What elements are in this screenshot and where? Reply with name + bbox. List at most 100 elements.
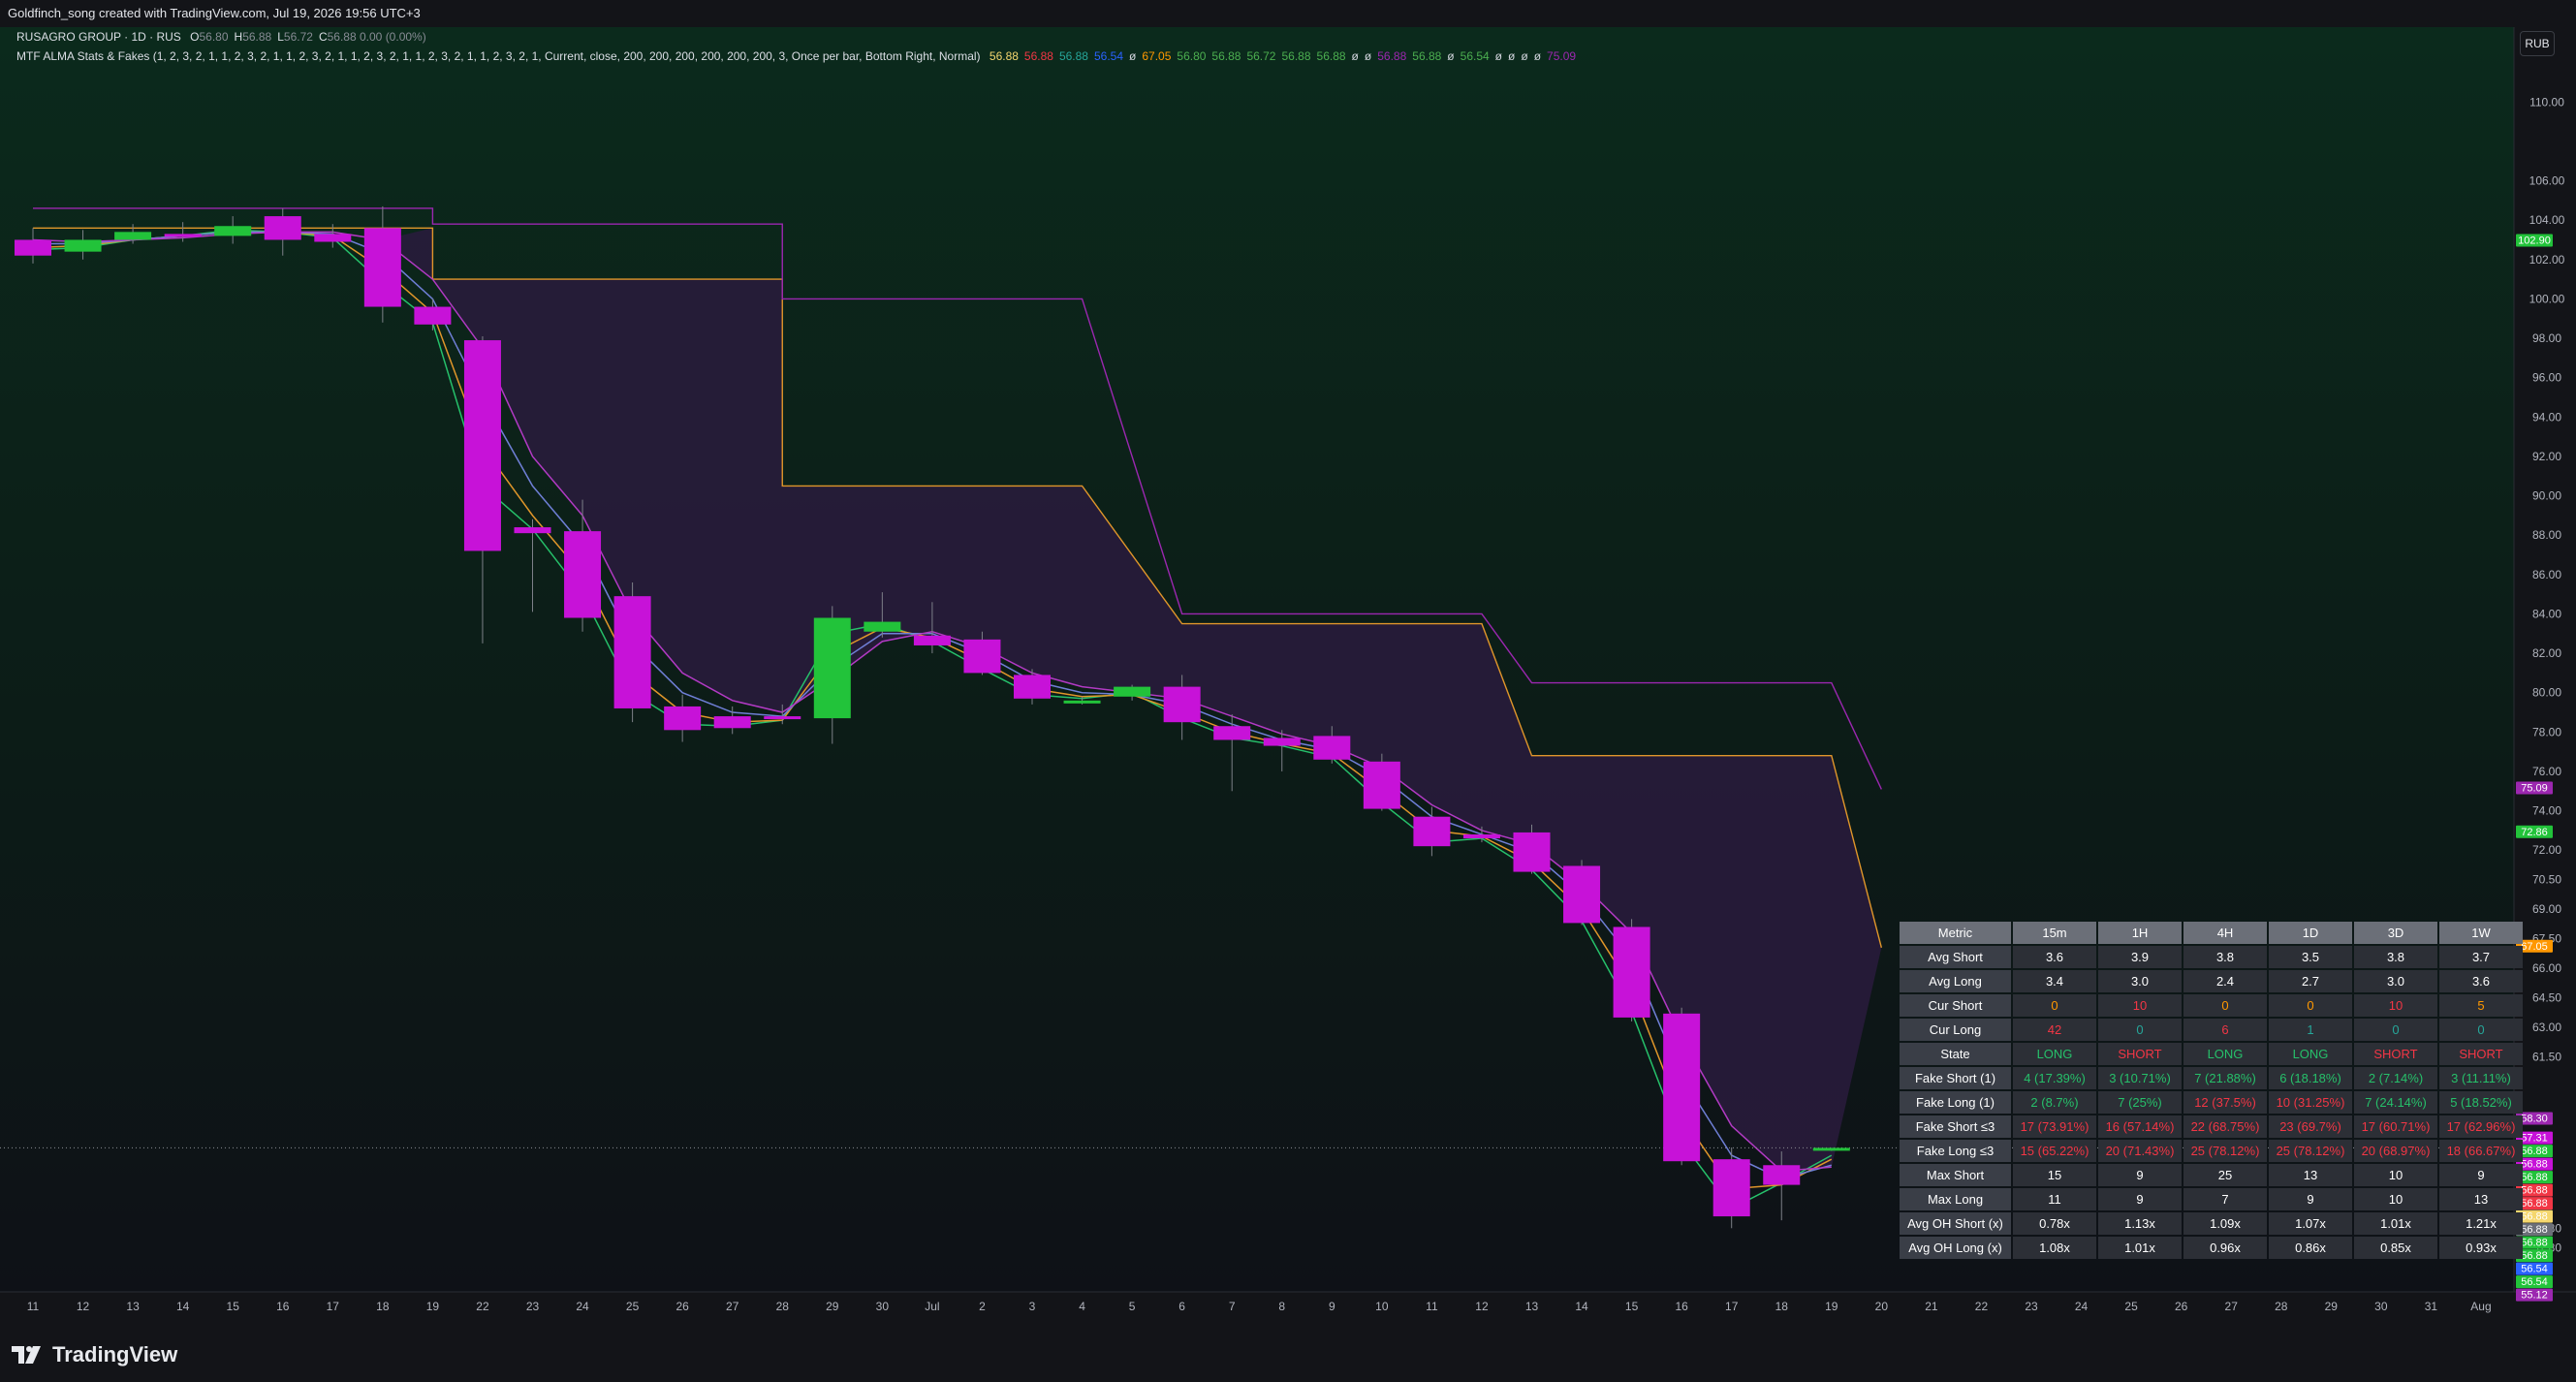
price-label: 75.09 [2521,782,2548,794]
stats-cell: 10 [2354,1164,2437,1186]
price-label: 57.31 [2521,1133,2548,1145]
stats-cell: 17 (62.96%) [2439,1115,2523,1138]
stats-header-row: Metric 15m 1H 4H 1D 3D 1W [1900,922,2523,944]
stats-cell: SHORT [2439,1043,2523,1065]
stats-column-header: 15m [2013,922,2096,944]
stats-cell: 11 [2013,1188,2096,1210]
stats-cell: 17 (60.71%) [2354,1115,2437,1138]
indicator-value: 56.54 [1093,49,1124,63]
price-label: 56.88 [2521,1146,2548,1157]
stats-cell: 3.4 [2013,970,2096,992]
candle-body [1163,686,1201,723]
stats-row: State LONG SHORT LONG LONG SHORT SHORT [1900,1043,2523,1065]
x-tick-label: 31 [2425,1300,2438,1313]
symbol-title: RUSAGRO GROUP · 1D · RUS [16,30,181,44]
candle-body [1663,1013,1701,1162]
candle-body [1313,736,1351,760]
stats-cell: 1.07x [2269,1212,2352,1235]
x-tick-label: 22 [1975,1300,1989,1313]
x-tick-label: 29 [2325,1300,2339,1313]
stats-cell: 9 [2098,1164,2182,1186]
price-label: 67.05 [2521,941,2548,953]
stats-cell: 3.6 [2439,970,2523,992]
y-tick-label: 110.00 [2529,95,2564,109]
ohlc-item: H56.88 [235,30,272,44]
stats-cell: 9 [2439,1164,2523,1186]
stats-cell: 1.13x [2098,1212,2182,1235]
x-tick-label: 19 [426,1300,440,1313]
stats-cell: LONG [2013,1043,2096,1065]
x-tick-label: 13 [1525,1300,1539,1313]
stats-row: Fake Short (1) 4 (17.39%) 3 (10.71%) 7 (21.… [1900,1067,2523,1089]
x-tick-label: 15 [227,1300,240,1313]
ohlc-label: H [234,30,243,44]
candle-body [514,527,551,534]
y-tick-label: 104.00 [2529,213,2565,227]
stats-row: Max Long 11 9 7 9 10 13 [1900,1188,2523,1210]
y-tick-label: 61.50 [2532,1051,2561,1064]
stats-cell: 10 [2354,994,2437,1017]
stats-row: Cur Long 42 0 6 1 0 0 [1900,1019,2523,1041]
x-tick-label: 28 [2275,1300,2288,1313]
y-tick-label: 86.00 [2532,568,2561,581]
x-tick-label: 5 [1129,1300,1136,1313]
candle-body [963,639,1001,674]
stats-column-header: 1H [2098,922,2182,944]
stats-cell: 1.21x [2439,1212,2523,1235]
x-tick-label: 28 [776,1300,790,1313]
y-tick-label: 102.00 [2529,253,2565,267]
stats-cell: 7 (24.14%) [2354,1091,2437,1114]
candle-body [414,306,452,325]
x-tick-label: 23 [526,1300,540,1313]
y-tick-label: 70.50 [2532,873,2561,887]
candle-body [764,716,801,720]
stats-cell: 7 (25%) [2098,1091,2182,1114]
chart-window: Goldfinch_song created with TradingView.… [0,0,2576,1382]
indicator-value: 56.88 [1316,49,1346,63]
stats-cell: 5 [2439,994,2523,1017]
indicator-value: ø [1508,49,1516,63]
currency-badge[interactable]: RUB [2520,31,2555,56]
x-tick-label: 18 [1775,1300,1789,1313]
candle-body [1363,761,1400,809]
stats-cell: 25 (78.12%) [2269,1140,2352,1162]
stats-cell: 2 (8.7%) [2013,1091,2096,1114]
x-tick-label: 2 [979,1300,986,1313]
stats-metric-label: Fake Long (1) [1900,1091,2011,1114]
candle-body [713,716,751,729]
x-tick-label: 16 [276,1300,290,1313]
stats-cell: 7 [2183,1188,2267,1210]
stats-cell: 15 (65.22%) [2013,1140,2096,1162]
price-label: 56.54 [2521,1276,2548,1288]
stats-cell: 2.4 [2183,970,2267,992]
candle-body [1063,700,1101,704]
indicator-value: ø [1521,49,1528,63]
x-tick-label: 25 [626,1300,640,1313]
price-label: 72.86 [2521,827,2548,838]
x-tick-label: 10 [1375,1300,1389,1313]
stats-metric-label: Avg OH Long (x) [1900,1237,2011,1259]
stats-column-header: Metric [1900,922,2011,944]
stats-cell: 13 [2269,1164,2352,1186]
stats-column-header: 4H [2183,922,2267,944]
y-tick-label: 90.00 [2532,489,2561,503]
indicator-value: 67.05 [1142,49,1172,63]
indicator-value: 56.72 [1246,49,1276,63]
x-tick-label: 30 [2374,1300,2388,1313]
stats-cell: 3.8 [2183,946,2267,968]
ohlc-item: L56.72 [277,30,313,44]
indicator-value: 56.88 [1281,49,1311,63]
x-tick-label: 25 [2124,1300,2138,1313]
stats-cell: 3 (10.71%) [2098,1067,2182,1089]
candle-body [1462,833,1500,839]
ohlc-item: O56.80 [190,30,228,44]
candle-body [613,596,651,708]
stats-cell: 4 (17.39%) [2013,1067,2096,1089]
stats-cell: 3.0 [2354,970,2437,992]
indicator-value: 56.88 [1023,49,1053,63]
candle-body [463,340,501,551]
stats-cell: 25 [2183,1164,2267,1186]
tradingview-logo[interactable]: TradingView [12,1342,177,1367]
x-tick-label: 12 [77,1300,90,1313]
x-tick-label: Aug [2470,1300,2491,1313]
